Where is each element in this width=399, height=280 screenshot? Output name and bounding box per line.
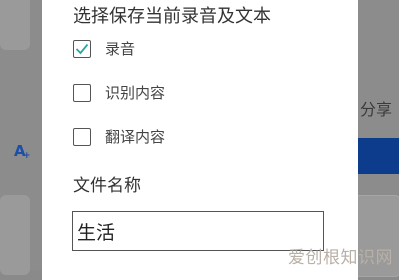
option-label: 识别内容: [105, 84, 166, 102]
recognized-content-checkbox[interactable]: [73, 83, 91, 102]
watermark-text: 爱创根知识网: [288, 248, 393, 268]
option-label: 录音: [105, 40, 136, 58]
background-card: [0, 0, 30, 50]
translate-icon: A +: [14, 142, 31, 161]
translated-content-checkbox[interactable]: [73, 127, 91, 146]
recording-checkbox[interactable]: [73, 39, 91, 58]
background-primary-button: [352, 138, 399, 174]
background-card: [0, 195, 30, 275]
save-recording-dialog: 选择保存当前录音及文本 录音 识别内容 翻译内容 文件名称: [42, 0, 358, 280]
filename-input[interactable]: [72, 211, 324, 251]
dialog-title: 选择保存当前录音及文本: [73, 6, 271, 27]
option-recording[interactable]: 录音: [73, 38, 135, 59]
option-recognized-content[interactable]: 识别内容: [73, 82, 165, 103]
checkmark-icon: [75, 43, 89, 54]
background-share-label: 分享: [360, 100, 393, 119]
filename-label: 文件名称: [73, 176, 141, 196]
option-translated-content[interactable]: 翻译内容: [73, 126, 165, 147]
option-label: 翻译内容: [105, 128, 166, 146]
watermark: 爱创根知识网: [288, 243, 393, 268]
